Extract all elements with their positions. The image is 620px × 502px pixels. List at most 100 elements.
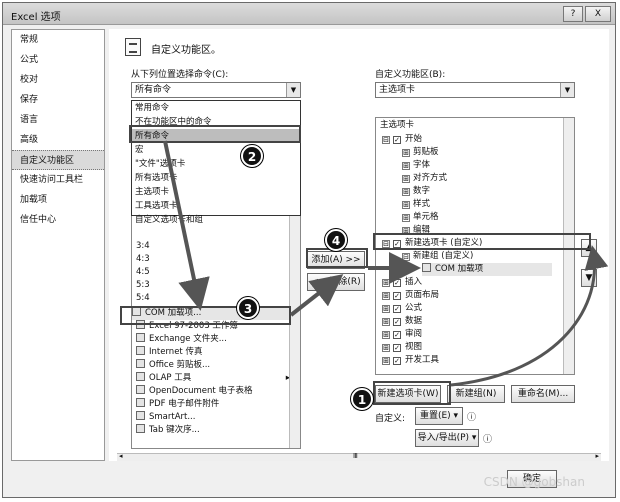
expand-icon[interactable]: ⊞ — [402, 175, 410, 183]
import-export-button[interactable]: 导入/导出(P) ▾ — [415, 429, 479, 447]
list-item[interactable]: PDF 电子邮件附件 — [136, 398, 219, 411]
checkbox[interactable]: ✓ — [393, 344, 401, 352]
tree-item[interactable]: ⊞ 数字 — [402, 185, 430, 198]
tree-item[interactable]: ⊟ 新建组 (自定义) — [402, 250, 473, 263]
expand-icon[interactable]: ⊞ — [382, 305, 390, 313]
list-item[interactable]: OLAP 工具 ▸ — [136, 372, 294, 385]
checkbox[interactable]: ✓ — [393, 357, 401, 365]
expand-icon[interactable]: ⊞ — [382, 279, 390, 287]
choose-commands-value: 所有命令 — [135, 85, 172, 95]
dropdown-option[interactable]: 所有选项卡 — [132, 171, 300, 185]
checkbox[interactable]: ✓ — [393, 279, 401, 287]
collapse-icon[interactable]: ⊟ — [402, 253, 410, 261]
list-item[interactable]: Internet 传真 — [136, 346, 202, 359]
tree-item-label: 对齐方式 — [413, 173, 448, 183]
nav-item-advanced[interactable]: 高级 — [12, 130, 104, 150]
tree-item[interactable]: ⊞ ✓ 公式 — [382, 302, 422, 315]
list-item[interactable]: 5:4 — [136, 292, 150, 305]
move-down-button[interactable]: ▼ — [581, 269, 597, 287]
horizontal-scrollbar[interactable]: ◂ Ⅲ ▸ — [117, 452, 601, 461]
help-button[interactable]: ? — [563, 6, 583, 22]
step-marker-3: 3 — [237, 297, 259, 319]
chevron-down-icon[interactable]: ▼ — [286, 83, 300, 97]
tree-item[interactable]: ⊞ ✓ 开发工具 — [382, 354, 439, 367]
commands-dropdown[interactable]: 常用命令 不在功能区中的命令 所有命令 宏 "文件"选项卡 所有选项卡 主选项卡… — [131, 100, 301, 225]
ribbon-tabs-combo[interactable]: 主选项卡 ▼ — [375, 82, 575, 98]
list-item[interactable]: Tab 键次序... — [136, 424, 200, 437]
olap-icon — [136, 372, 145, 381]
expand-icon[interactable]: ⊞ — [402, 201, 410, 209]
tree-item[interactable]: ⊞ ✓ 页面布局 — [382, 289, 439, 302]
tree-item[interactable]: ⊞ 字体 — [402, 159, 430, 172]
nav-item-save[interactable]: 保存 — [12, 90, 104, 110]
nav-item-formulas[interactable]: 公式 — [12, 50, 104, 70]
collapse-icon[interactable]: ⊟ — [382, 136, 390, 144]
smartart-icon — [136, 411, 145, 420]
dropdown-option[interactable]: 常用命令 — [132, 101, 300, 115]
dropdown-option[interactable]: 宏 — [132, 143, 300, 157]
expand-icon[interactable]: ⊞ — [402, 162, 410, 170]
scroll-right-icon[interactable]: ▸ — [595, 452, 599, 460]
list-item[interactable]: 3:4 — [136, 240, 150, 253]
com-addin-icon — [422, 263, 431, 272]
info-icon: ⓘ — [467, 413, 477, 423]
nav-item-quick-access[interactable]: 快速访问工具栏 — [12, 170, 104, 190]
close-button[interactable]: X — [585, 6, 611, 22]
customizations-label: 自定义: — [375, 414, 406, 424]
excel-options-dialog: Excel 选项 ? X 常规 公式 校对 保存 语言 高级 自定义功能区 快速… — [2, 2, 616, 498]
expand-icon[interactable]: ⊞ — [382, 344, 390, 352]
tree-item[interactable]: COM 加载项 — [422, 263, 552, 276]
tree-item[interactable]: ⊟ ✓ 开始 — [382, 133, 422, 146]
tree-item-label: 样式 — [413, 199, 431, 209]
checkbox[interactable]: ✓ — [393, 292, 401, 300]
expand-icon[interactable]: ⊞ — [382, 292, 390, 300]
chevron-down-icon[interactable]: ▼ — [560, 83, 574, 97]
list-item[interactable]: 5:3 — [136, 279, 150, 292]
rename-button[interactable]: 重命名(M)... — [511, 385, 575, 403]
tree-item[interactable]: ⊞ 剪贴板 — [402, 146, 439, 159]
tree-item[interactable]: ⊞ ✓ 数据 — [382, 315, 422, 328]
dropdown-option[interactable]: 主选项卡 — [132, 185, 300, 199]
tree-item[interactable]: ⊞ 单元格 — [402, 211, 439, 224]
expand-icon[interactable]: ⊞ — [382, 318, 390, 326]
nav-item-trust-center[interactable]: 信任中心 — [12, 210, 104, 230]
expand-icon[interactable]: ⊞ — [382, 357, 390, 365]
list-item[interactable]: SmartArt... — [136, 411, 195, 424]
expand-icon[interactable]: ⊞ — [382, 331, 390, 339]
checkbox[interactable]: ✓ — [393, 136, 401, 144]
new-group-button[interactable]: 新建组(N) — [447, 385, 505, 403]
tree-item[interactable]: ⊞ ✓ 审阅 — [382, 328, 422, 341]
tree-item-label: 单元格 — [413, 212, 439, 222]
tree-item[interactable]: ⊞ 对齐方式 — [402, 172, 447, 185]
list-item[interactable]: Office 剪贴板... — [136, 359, 210, 372]
highlight-all-commands — [129, 125, 301, 143]
checkbox[interactable]: ✓ — [393, 318, 401, 326]
scroll-thumb[interactable]: Ⅲ — [353, 452, 358, 460]
dropdown-option[interactable]: 自定义选项卡和组 — [132, 213, 300, 227]
nav-item-addins[interactable]: 加载项 — [12, 190, 104, 210]
scroll-left-icon[interactable]: ◂ — [119, 452, 123, 460]
nav-item-customize-ribbon[interactable]: 自定义功能区 — [12, 150, 104, 170]
expand-icon[interactable]: ⊞ — [402, 188, 410, 196]
reset-button[interactable]: 重置(E) ▾ — [415, 407, 463, 425]
dropdown-option[interactable]: "文件"选项卡 — [132, 157, 300, 171]
list-item[interactable]: 4:5 — [136, 266, 150, 279]
list-item[interactable]: Exchange 文件夹... — [136, 333, 227, 346]
choose-commands-combo[interactable]: 所有命令 ▼ — [131, 82, 301, 98]
nav-item-language[interactable]: 语言 — [12, 110, 104, 130]
expand-icon[interactable]: ⊞ — [402, 149, 410, 157]
nav-item-proofing[interactable]: 校对 — [12, 70, 104, 90]
tree-item[interactable]: ⊞ 样式 — [402, 198, 430, 211]
expand-icon[interactable]: ⊞ — [402, 214, 410, 222]
remove-button[interactable]: << 删除(R) — [307, 273, 365, 291]
checkbox[interactable]: ✓ — [393, 331, 401, 339]
ribbon-tabs-value: 主选项卡 — [379, 85, 416, 95]
list-item[interactable]: 4:3 — [136, 253, 150, 266]
tree-item[interactable]: ⊞ ✓ 插入 — [382, 276, 422, 289]
dropdown-option[interactable]: 工具选项卡 — [132, 199, 300, 213]
tree-item[interactable]: ⊞ ✓ 视图 — [382, 341, 422, 354]
nav-item-general[interactable]: 常规 — [12, 30, 104, 50]
list-item[interactable]: OpenDocument 电子表格 — [136, 385, 252, 398]
checkbox[interactable]: ✓ — [393, 305, 401, 313]
title-bar: Excel 选项 ? X — [3, 3, 615, 25]
